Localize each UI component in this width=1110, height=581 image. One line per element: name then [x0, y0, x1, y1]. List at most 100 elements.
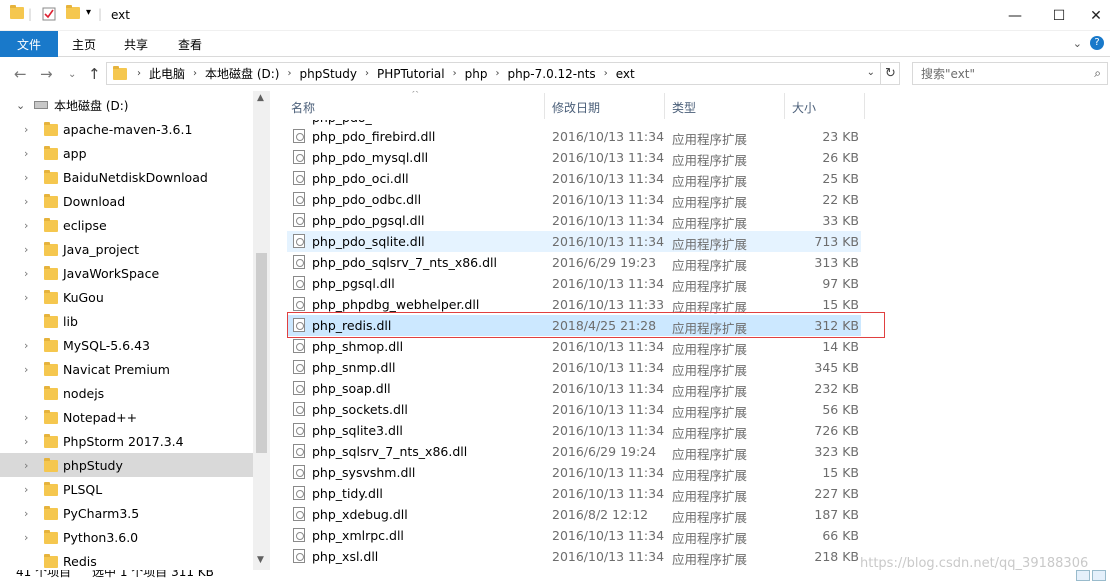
tree-item[interactable]: › Java_project [0, 237, 253, 261]
breadcrumb-item[interactable]: ext [608, 67, 635, 81]
tree-item[interactable]: lib [0, 309, 253, 333]
chevron-right-icon[interactable]: › [24, 531, 28, 544]
column-divider[interactable] [784, 93, 785, 119]
file-row[interactable]: php_pdo_firebird.dll 2016/10/13 11:34 应用程序… [287, 126, 861, 147]
expand-ribbon-icon[interactable]: ⌄ [1073, 37, 1082, 50]
breadcrumb-item[interactable]: phpStudy › [291, 67, 369, 81]
chevron-right-icon[interactable]: › [24, 363, 28, 376]
tab-home[interactable]: 主页 [72, 31, 96, 57]
chevron-right-icon[interactable]: › [24, 267, 28, 280]
chevron-right-icon[interactable]: › [24, 459, 28, 472]
tab-view[interactable]: 查看 [178, 31, 202, 57]
scroll-down-icon[interactable]: ▼ [257, 555, 264, 565]
breadcrumb-item[interactable]: 本地磁盘 (D:) › [197, 65, 291, 82]
back-icon[interactable]: ← [14, 65, 27, 83]
tree-item[interactable]: Redis [0, 549, 253, 570]
maximize-button[interactable]: ☐ [1036, 0, 1082, 31]
chevron-right-icon[interactable]: › [24, 411, 28, 424]
chevron-right-icon[interactable]: › [24, 171, 28, 184]
file-row[interactable]: php_pgsql.dll 2016/10/13 11:34 应用程序扩展 97 KB [287, 273, 861, 294]
chevron-down-icon[interactable]: ⌄ [16, 99, 25, 112]
chevron-right-icon[interactable]: › [24, 195, 28, 208]
column-divider[interactable] [664, 93, 665, 119]
forward-icon[interactable]: → [40, 65, 53, 83]
file-row[interactable]: php_pdo_sqlite.dll 2016/10/13 11:34 应用程序扩展… [287, 231, 861, 252]
chevron-right-icon[interactable]: › [24, 219, 28, 232]
close-button[interactable]: ✕ [1082, 0, 1110, 31]
tree-item[interactable]: › Python3.6.0 [0, 525, 253, 549]
minimize-button[interactable]: — [992, 0, 1038, 31]
file-row[interactable]: php_pdo_oci.dll 2016/10/13 11:34 应用程序扩展 25 … [287, 168, 861, 189]
tree-item[interactable]: › PLSQL [0, 477, 253, 501]
file-row[interactable]: php_xdebug.dll 2016/8/2 12:12 应用程序扩展 187 KB [287, 504, 861, 525]
tree-item[interactable]: › PhpStorm 2017.3.4 [0, 429, 253, 453]
address-bar[interactable]: › 此电脑 › 本地磁盘 (D:) › phpStudy › PHPTutorial ›… [106, 62, 900, 85]
chevron-right-icon[interactable]: › [24, 483, 28, 496]
file-row[interactable]: php_pdo_odbc.dll 2016/10/13 11:34 应用程序扩展 22… [287, 189, 861, 210]
tab-file[interactable]: 文件 [0, 31, 58, 57]
column-name[interactable]: 名称 [291, 99, 315, 116]
file-row[interactable]: php_pdo_sqlsrv_7_nts_x86.dll 2016/6/29 19… [287, 252, 861, 273]
breadcrumb-item[interactable]: 此电脑 › [141, 65, 197, 82]
file-type: 应用程序扩展 [672, 279, 748, 294]
file-row[interactable]: php_soap.dll 2016/10/13 11:34 应用程序扩展 232 KB [287, 378, 861, 399]
file-row[interactable]: php_sqlsrv_7_nts_x86.dll 2016/6/29 19:24 应… [287, 441, 861, 462]
help-icon[interactable]: ? [1090, 36, 1104, 50]
file-size: 25 KB [822, 171, 859, 186]
tree-item[interactable]: › phpStudy [0, 453, 253, 477]
tree-item[interactable]: › Navicat Premium [0, 357, 253, 381]
file-row[interactable]: php_snmp.dll 2016/10/13 11:34 应用程序扩展 345 KB [287, 357, 861, 378]
chevron-right-icon[interactable]: › [24, 291, 28, 304]
properties-icon[interactable] [42, 7, 56, 21]
chevron-right-icon[interactable]: › [24, 435, 28, 448]
tree-item[interactable]: › eclipse [0, 213, 253, 237]
column-divider[interactable] [864, 93, 865, 119]
scroll-up-icon[interactable]: ▲ [257, 93, 264, 103]
tree-item[interactable]: › apache-maven-3.6.1 [0, 117, 253, 141]
tree-item[interactable]: › Notepad++ [0, 405, 253, 429]
customize-quick-access-icon[interactable]: ▾ [86, 7, 91, 18]
file-name: php_pdo_odbc.dll [312, 192, 422, 207]
breadcrumb-item[interactable]: PHPTutorial › [369, 67, 457, 81]
breadcrumb-item[interactable]: php › [457, 67, 500, 81]
file-row[interactable]: php_pdo_mysql.dll 2016/10/13 11:34 应用程序扩展 2… [287, 147, 861, 168]
tree-scrollbar[interactable]: ▲ ▼ [253, 91, 270, 570]
chevron-right-icon[interactable]: › [24, 123, 28, 136]
details-view-icon[interactable] [1076, 570, 1090, 581]
chevron-right-icon[interactable]: › [24, 507, 28, 520]
chevron-right-icon[interactable]: › [24, 339, 28, 352]
tree-item[interactable]: › KuGou [0, 285, 253, 309]
column-type[interactable]: 类型 [672, 99, 696, 116]
tree-item[interactable]: nodejs [0, 381, 253, 405]
tree-item[interactable]: › app [0, 141, 253, 165]
column-divider[interactable] [544, 93, 545, 119]
file-row[interactable]: php_tidy.dll 2016/10/13 11:34 应用程序扩展 227 KB [287, 483, 861, 504]
file-row[interactable]: php_xsl.dll 2016/10/13 11:34 应用程序扩展 218 KB [287, 546, 861, 567]
file-row[interactable]: php_xmlrpc.dll 2016/10/13 11:34 应用程序扩展 66 K… [287, 525, 861, 546]
tree-item[interactable]: › MySQL-5.6.43 [0, 333, 253, 357]
tree-item[interactable]: › PyCharm3.5 [0, 501, 253, 525]
address-dropdown-icon[interactable]: ⌄ [867, 67, 875, 78]
up-icon[interactable]: ↑ [88, 65, 101, 83]
file-row[interactable]: php_sockets.dll 2016/10/13 11:34 应用程序扩展 56 … [287, 399, 861, 420]
column-date[interactable]: 修改日期 [552, 99, 600, 116]
tree-item[interactable]: › JavaWorkSpace [0, 261, 253, 285]
file-row[interactable]: php_shmop.dll 2016/10/13 11:34 应用程序扩展 14 KB [287, 336, 861, 357]
refresh-icon[interactable]: ↻ [880, 62, 900, 85]
tab-share[interactable]: 共享 [124, 31, 148, 57]
tree-item[interactable]: › BaiduNetdiskDownload [0, 165, 253, 189]
file-row[interactable]: php_sysvshm.dll 2016/10/13 11:34 应用程序扩展 15 … [287, 462, 861, 483]
folder-icon [44, 122, 58, 136]
new-folder-icon[interactable] [66, 5, 80, 19]
recent-locations-icon[interactable]: ⌄ [68, 69, 76, 80]
file-row[interactable]: php_sqlite3.dll 2016/10/13 11:34 应用程序扩展 726… [287, 420, 861, 441]
large-icons-view-icon[interactable] [1092, 570, 1106, 581]
column-size[interactable]: 大小 [792, 99, 816, 116]
chevron-right-icon[interactable]: › [24, 243, 28, 256]
chevron-right-icon[interactable]: › [24, 147, 28, 160]
breadcrumb-item[interactable]: php-7.0.12-nts › [499, 67, 607, 81]
file-row[interactable]: php_pdo_pgsql.dll 2016/10/13 11:34 应用程序扩展 3… [287, 210, 861, 231]
search-input[interactable]: 搜索"ext" ⌕ [912, 62, 1108, 85]
tree-item[interactable]: › Download [0, 189, 253, 213]
scrollbar-thumb[interactable] [256, 253, 267, 453]
